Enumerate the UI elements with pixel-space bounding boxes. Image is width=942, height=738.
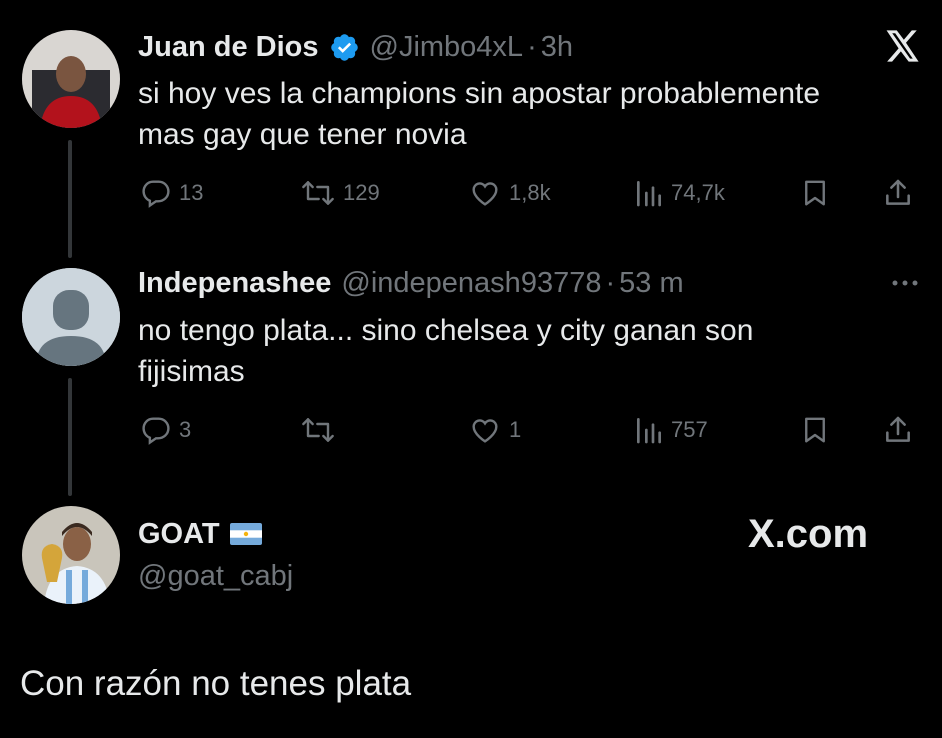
reply-button[interactable]: 3 bbox=[140, 413, 191, 447]
retweet-icon bbox=[302, 181, 334, 205]
like-count: 1,8k bbox=[509, 180, 551, 205]
tweet-text-line: si hoy ves la champions sin apostar prob… bbox=[138, 77, 821, 110]
bookmark-button[interactable] bbox=[800, 176, 830, 210]
retweet-button[interactable]: 129 bbox=[300, 176, 380, 210]
display-name[interactable]: Juan de Dios bbox=[138, 31, 319, 64]
share-button[interactable] bbox=[882, 413, 914, 447]
timestamp[interactable]: 53 m bbox=[619, 267, 683, 300]
views-count: 757 bbox=[671, 417, 708, 442]
views-button[interactable]: 757 bbox=[634, 413, 708, 447]
quote-header: GOAT bbox=[138, 514, 262, 554]
views-button[interactable]: 74,7k bbox=[634, 176, 725, 210]
avatar-juan[interactable] bbox=[22, 30, 120, 128]
argentina-flag-icon bbox=[229, 523, 262, 545]
timestamp[interactable]: 3h bbox=[541, 31, 573, 64]
tweet-text-line: fijisimas bbox=[138, 355, 245, 388]
views-icon bbox=[637, 418, 662, 444]
reply-count: 13 bbox=[179, 180, 204, 205]
handle[interactable]: @goat_cabj bbox=[138, 560, 293, 593]
retweet-icon bbox=[302, 418, 334, 442]
tweet-text-line: mas gay que tener novia bbox=[138, 118, 467, 151]
reply-icon bbox=[142, 180, 170, 208]
avatar-photo bbox=[22, 506, 120, 604]
retweet-button[interactable] bbox=[300, 413, 336, 447]
separator-dot: · bbox=[527, 30, 537, 63]
tweet-text: si hoy ves la champions sin apostar prob… bbox=[138, 73, 928, 155]
more-icon[interactable] bbox=[890, 275, 920, 296]
bookmark-button[interactable] bbox=[800, 413, 830, 447]
thread-line bbox=[68, 378, 72, 496]
views-icon bbox=[637, 181, 662, 207]
avatar-goat[interactable] bbox=[22, 506, 120, 604]
x-logo-icon bbox=[886, 30, 920, 67]
thread-line bbox=[68, 140, 72, 258]
bookmark-icon bbox=[805, 417, 825, 443]
avatar-photo bbox=[22, 30, 120, 128]
retweet-count: 129 bbox=[343, 180, 380, 205]
reply-count: 3 bbox=[179, 417, 192, 442]
share-icon bbox=[886, 416, 910, 442]
default-avatar-icon bbox=[22, 268, 120, 366]
tweet-text: no tengo plata... sino chelsea y city ga… bbox=[138, 310, 928, 392]
tweet-header: Juan de Dios @Jimbo4xL · 3h bbox=[138, 27, 573, 67]
tweet-actions: 3 1 757 bbox=[138, 413, 918, 447]
like-button[interactable]: 1,8k bbox=[468, 176, 551, 210]
display-name[interactable]: GOAT bbox=[138, 518, 220, 551]
share-button[interactable] bbox=[882, 176, 914, 210]
tweet-text-line: no tengo plata... sino chelsea y city ga… bbox=[138, 314, 754, 347]
like-icon bbox=[472, 182, 498, 206]
handle[interactable]: @indepenash93778 bbox=[341, 267, 601, 300]
bookmark-icon bbox=[805, 180, 825, 206]
handle[interactable]: @Jimbo4xL bbox=[370, 31, 524, 64]
verified-badge-icon bbox=[329, 32, 360, 63]
tweet-header: Indepenashee @indepenash93778 · 53 m bbox=[138, 263, 684, 303]
share-icon bbox=[886, 179, 910, 205]
reply-button[interactable]: 13 bbox=[140, 176, 203, 210]
reply-icon bbox=[142, 417, 170, 445]
avatar-indepenashee[interactable] bbox=[22, 268, 120, 366]
separator-dot: · bbox=[605, 266, 616, 299]
display-name[interactable]: Indepenashee bbox=[138, 267, 331, 300]
tweet-actions: 13 129 1,8k 74,7k bbox=[138, 176, 918, 210]
like-button[interactable]: 1 bbox=[468, 413, 521, 447]
reply-text: Con razón no tenes plata bbox=[20, 664, 412, 703]
like-icon bbox=[472, 419, 498, 443]
like-count: 1 bbox=[509, 417, 522, 442]
x-com-watermark: X.com bbox=[748, 512, 869, 556]
views-count: 74,7k bbox=[671, 180, 725, 205]
